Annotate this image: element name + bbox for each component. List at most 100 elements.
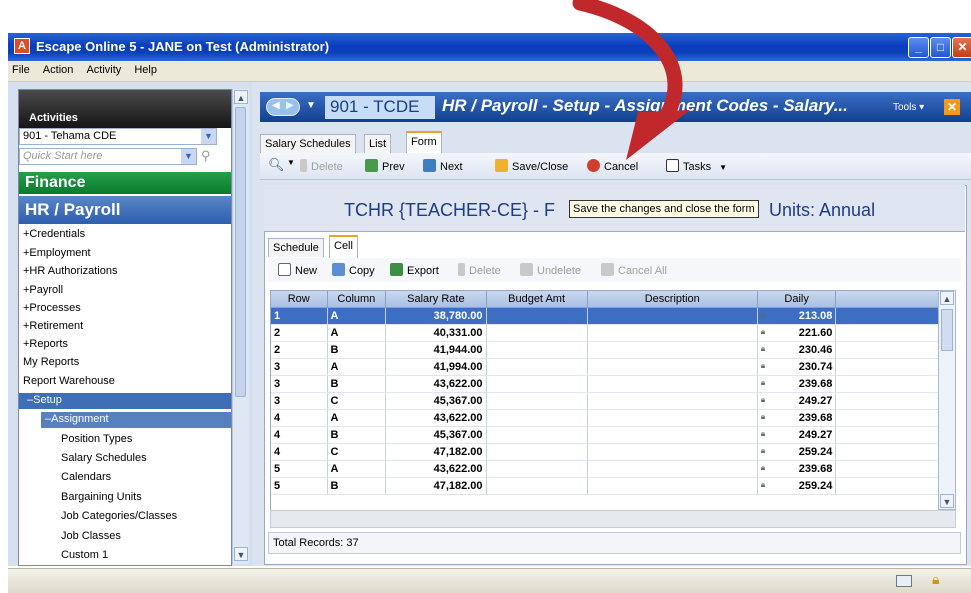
table-row[interactable]: 1 A 38,780.00 🔒︎ 213.08: [271, 307, 939, 325]
sidebar-item-hr-authorizations[interactable]: +HR Authorizations: [23, 265, 117, 277]
sidebar-item-bargaining-units[interactable]: Bargaining Units: [61, 491, 142, 503]
row-cell[interactable]: 5: [271, 460, 328, 478]
row-cell[interactable]: 4: [271, 443, 328, 461]
budget-amt-cell[interactable]: [486, 409, 588, 427]
cancel-all-button[interactable]: Cancel All: [601, 263, 667, 277]
salary-rate-cell[interactable]: 45,367.00: [385, 426, 487, 444]
salary-rate-cell[interactable]: 47,182.00: [385, 477, 487, 495]
column-cell[interactable]: C: [327, 443, 387, 461]
salary-rate-cell[interactable]: 41,944.00: [385, 341, 487, 359]
tab-cell[interactable]: Cell: [329, 235, 358, 258]
row-cell[interactable]: 4: [271, 426, 328, 444]
budget-amt-cell[interactable]: [486, 307, 588, 325]
sidebar-item-employment[interactable]: +Employment: [23, 247, 91, 259]
copy-button[interactable]: Copy: [332, 263, 375, 277]
column-cell[interactable]: B: [327, 477, 387, 495]
row-cell[interactable]: 3: [271, 392, 328, 410]
column-cell[interactable]: A: [327, 307, 387, 325]
scrollbar-thumb[interactable]: [941, 309, 953, 351]
column-cell[interactable]: A: [327, 324, 387, 342]
sidebar-scrollbar[interactable]: ▲ ▼: [232, 89, 249, 564]
table-row[interactable]: 2 A 40,331.00 🔒︎ 221.60: [271, 324, 939, 342]
quick-start-input[interactable]: Quick Start here ▼: [19, 148, 197, 165]
sidebar-item-job-categories[interactable]: Job Categories/Classes: [61, 510, 177, 522]
blank-cell[interactable]: [835, 460, 939, 478]
column-cell[interactable]: A: [327, 358, 387, 376]
daily-cell[interactable]: 🔒︎ 239.68: [757, 460, 837, 478]
daily-cell[interactable]: 🔒︎ 230.46: [757, 341, 837, 359]
tools-menu[interactable]: Tools ▾: [893, 102, 924, 113]
grid-scrollbar[interactable]: ▲ ▼: [938, 290, 956, 510]
scroll-down-icon[interactable]: ▼: [940, 494, 954, 508]
column-cell[interactable]: B: [327, 375, 387, 393]
minimize-button[interactable]: _: [908, 37, 929, 58]
table-row[interactable]: 5 B 47,182.00 🔒︎ 259.24: [271, 477, 939, 495]
col-header-salary-rate[interactable]: Salary Rate: [385, 291, 487, 308]
delete-button[interactable]: Delete: [300, 159, 343, 173]
table-row[interactable]: 4 B 45,367.00 🔒︎ 249.27: [271, 426, 939, 444]
daily-cell[interactable]: 🔒︎ 221.60: [757, 324, 837, 342]
tab-form[interactable]: Form: [406, 131, 442, 153]
table-row[interactable]: 3 C 45,367.00 🔒︎ 249.27: [271, 392, 939, 410]
description-cell[interactable]: [587, 409, 758, 427]
daily-cell[interactable]: 🔒︎ 239.68: [757, 409, 837, 427]
save-close-button[interactable]: Save/Close: [495, 159, 568, 173]
tab-list[interactable]: List: [364, 134, 392, 153]
back-forward-icon[interactable]: ◀ ▶: [266, 98, 300, 116]
description-cell[interactable]: [587, 307, 758, 325]
sidebar-item-payroll[interactable]: +Payroll: [23, 284, 63, 296]
salary-rate-cell[interactable]: 41,994.00: [385, 358, 487, 376]
daily-cell[interactable]: 🔒︎ 249.27: [757, 426, 837, 444]
table-row[interactable]: 3 A 41,994.00 🔒︎ 230.74: [271, 358, 939, 376]
close-icon[interactable]: ✕: [944, 99, 960, 115]
tasks-button[interactable]: Tasks ▼: [666, 159, 727, 173]
sidebar-item-job-classes[interactable]: Job Classes: [61, 530, 121, 542]
daily-cell[interactable]: 🔒︎ 259.24: [757, 443, 837, 461]
daily-cell[interactable]: 🔒︎ 259.24: [757, 477, 837, 495]
undelete-button[interactable]: Undelete: [520, 263, 581, 277]
blank-cell[interactable]: [835, 358, 939, 376]
blank-cell[interactable]: [835, 392, 939, 410]
blank-cell[interactable]: [835, 324, 939, 342]
menu-action[interactable]: Action: [39, 61, 80, 76]
chevron-down-icon[interactable]: ▼: [306, 100, 316, 111]
chevron-down-icon[interactable]: ▼: [719, 163, 727, 172]
blank-cell[interactable]: [835, 375, 939, 393]
salary-rate-cell[interactable]: 43,622.00: [385, 375, 487, 393]
description-cell[interactable]: [587, 324, 758, 342]
sidebar-item-my-reports[interactable]: My Reports: [23, 356, 79, 368]
column-cell[interactable]: B: [327, 341, 387, 359]
maximize-button[interactable]: □: [930, 37, 951, 58]
sidebar-item-assignment[interactable]: –Assignment: [41, 412, 231, 428]
chevron-down-icon[interactable]: ▼: [181, 149, 196, 164]
row-cell[interactable]: 4: [271, 409, 328, 427]
row-cell[interactable]: 2: [271, 324, 328, 342]
export-button[interactable]: Export: [390, 263, 439, 277]
daily-cell[interactable]: 🔒︎ 249.27: [757, 392, 837, 410]
sidebar-item-setup[interactable]: –Setup: [19, 393, 231, 409]
row-cell[interactable]: 1: [271, 307, 328, 325]
column-cell[interactable]: C: [327, 392, 387, 410]
row-cell[interactable]: 5: [271, 477, 328, 495]
budget-amt-cell[interactable]: [486, 324, 588, 342]
chevron-down-icon[interactable]: ▼: [201, 129, 216, 144]
sidebar-item-salary-schedules[interactable]: Salary Schedules: [61, 452, 147, 464]
sidebar-item-credentials[interactable]: +Credentials: [23, 228, 85, 240]
budget-amt-cell[interactable]: [486, 426, 588, 444]
blank-cell[interactable]: [835, 409, 939, 427]
blank-cell[interactable]: [835, 477, 939, 495]
table-row[interactable]: 3 B 43,622.00 🔒︎ 239.68: [271, 375, 939, 393]
row-cell[interactable]: 3: [271, 358, 328, 376]
daily-cell[interactable]: 🔒︎ 213.08: [757, 307, 837, 325]
sidebar-item-custom-1[interactable]: Custom 1: [61, 549, 108, 561]
description-cell[interactable]: [587, 358, 758, 376]
sidebar-item-retirement[interactable]: +Retirement: [23, 320, 83, 332]
sidebar-item-report-warehouse[interactable]: Report Warehouse: [23, 375, 115, 387]
budget-amt-cell[interactable]: [486, 341, 588, 359]
blank-cell[interactable]: [835, 443, 939, 461]
salary-rate-cell[interactable]: 43,622.00: [385, 409, 487, 427]
salary-rate-cell[interactable]: 43,622.00: [385, 460, 487, 478]
budget-amt-cell[interactable]: [486, 460, 588, 478]
description-cell[interactable]: [587, 477, 758, 495]
chevron-down-icon[interactable]: ▼: [287, 158, 295, 167]
